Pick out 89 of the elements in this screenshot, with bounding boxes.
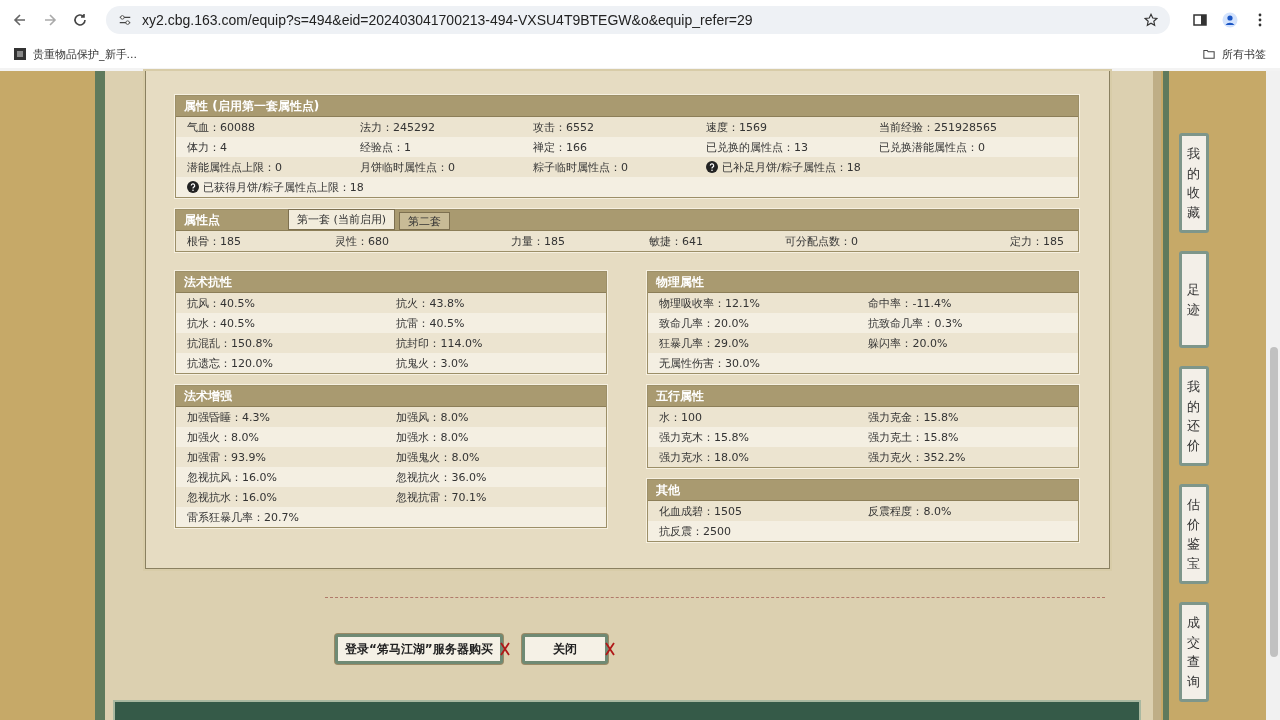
stat-value: 抗水：40.5% [187,315,255,331]
stat-value: 致命几率：20.0% [659,315,749,331]
ribbon-icon [499,642,510,656]
stat-value: 化血成碧：1505 [659,503,742,519]
stat-value: 抗风：40.5% [187,295,255,311]
stat-value: 忽视抗火：36.0% [396,469,487,485]
bookmark-icon [14,48,26,60]
stat-value: 加强雷：93.9% [187,449,266,465]
stat-value: 强力克金：15.8% [868,409,959,425]
attribute-value: 当前经验：251928565 [879,119,997,135]
section-title: 法术增强 [176,386,606,407]
stat-value: 抗反震：2500 [659,523,731,539]
attribute-value: 已补足月饼/粽子属性点：18 [706,159,861,175]
stat-value: 强力克木：15.8% [659,429,749,445]
star-icon[interactable] [1144,13,1158,27]
all-bookmarks-link[interactable]: 所有书签 [1203,46,1266,62]
stat-value: 抗遗忘：120.0% [187,355,273,371]
attribute-value: 根骨：185 [187,233,241,249]
stat-value: 抗封印：114.0% [396,335,483,351]
set-tab[interactable]: 第一套 (当前启用) [288,209,396,230]
stat-value: 抗鬼火：3.0% [396,355,469,371]
stat-value: 强力克土：15.8% [868,429,959,445]
sidebar-tab[interactable]: 我的收藏 [1178,133,1209,233]
stat-value: 忽视抗雷：70.1% [396,489,487,505]
stat-value: 抗混乱：150.8% [187,335,273,351]
stat-value: 抗雷：40.5% [396,315,465,331]
reload-icon[interactable] [72,12,88,28]
attribute-value: 体力：4 [187,139,227,155]
stat-value: 抗致命几率：0.3% [868,315,963,331]
stat-value: 加强水：8.0% [396,429,469,445]
stat-value: 强力克水：18.0% [659,449,749,465]
stat-value: 命中率：-11.4% [868,295,952,311]
attribute-value: 灵性：680 [335,233,389,249]
bookmark-link[interactable]: 贵重物品保护_新手... [14,46,137,62]
attribute-value: 月饼临时属性点：0 [360,159,455,175]
section-title: 属性 (启用第一套属性点) [176,96,1078,117]
attribute-value: 已兑换的属性点：13 [706,139,808,155]
stat-value: 加强火：8.0% [187,429,259,445]
attribute-value: 敏捷：641 [649,233,703,249]
stat-value: 反震程度：8.0% [868,503,952,519]
attribute-value: 潜能属性点上限：0 [187,159,282,175]
stat-value: 狂暴几率：29.0% [659,335,749,351]
site-settings-icon[interactable] [118,13,132,27]
attribute-value: 力量：185 [511,233,565,249]
stat-value: 抗火：43.8% [396,295,465,311]
stat-value: 加强风：8.0% [396,409,469,425]
side-panel-icon[interactable] [1192,12,1208,28]
attribute-value: 可分配点数：0 [785,233,858,249]
ribbon-icon [604,642,615,656]
address-bar[interactable]: xy2.cbg.163.com/equip?s=494&eid=202403041700213-494-VXSU4T9BTEGW&o&equip_refer=29 [106,6,1170,34]
section-title: 法术抗性 [176,272,606,293]
sidebar-tab[interactable]: 足迹 [1178,251,1209,348]
attribute-value: 粽子临时属性点：0 [533,159,628,175]
attribute-value: 禅定：166 [533,139,587,155]
stat-value: 忽视抗水：16.0% [187,489,277,505]
attribute-value: 已兑换潜能属性点：0 [879,139,985,155]
attribute-value: 经验点：1 [360,139,411,155]
back-icon[interactable] [12,12,28,28]
section-title: 物理属性 [648,272,1078,293]
attribute-value: 攻击：6552 [533,119,594,135]
attribute-value: 速度：1569 [706,119,767,135]
section-title: 五行属性 [648,386,1078,407]
stat-value: 加强鬼火：8.0% [396,449,480,465]
stat-value: 忽视抗风：16.0% [187,469,277,485]
help-icon[interactable] [706,161,718,173]
attribute-value: 定力：185 [1010,233,1064,249]
stat-value: 躲闪率：20.0% [868,335,948,351]
attribute-value: 法力：245292 [360,119,435,135]
sidebar-tab[interactable]: 我的还价 [1178,366,1209,466]
stat-value: 物理吸收率：12.1% [659,295,760,311]
action-button[interactable]: 登录“笫马江湖”服务器购买 [335,634,503,664]
scrollbar[interactable] [1265,71,1280,720]
section-title: 属性点 [183,212,221,229]
help-icon[interactable] [187,181,199,193]
profile-icon[interactable] [1222,12,1238,28]
sidebar-tab[interactable]: 成交查询 [1178,602,1209,702]
stat-value: 无属性伤害：30.0% [659,355,760,371]
section-title: 其他 [648,480,1078,501]
scrollbar-thumb[interactable] [1269,347,1278,657]
stat-value: 水：100 [659,409,702,425]
stat-value: 加强昏睡：4.3% [187,409,270,425]
set-tab[interactable]: 第二套 [399,212,451,230]
stat-value: 强力克火：352.2% [868,449,966,465]
attribute-value: 气血：60088 [187,119,255,135]
action-button[interactable]: 关闭 [521,634,608,664]
stat-value: 雷系狂暴几率：20.7% [187,509,299,525]
sidebar-tab[interactable]: 估价鉴宝 [1178,484,1209,584]
folder-icon [1203,48,1215,60]
attribute-value: 已获得月饼/粽子属性点上限：18 [187,179,364,195]
